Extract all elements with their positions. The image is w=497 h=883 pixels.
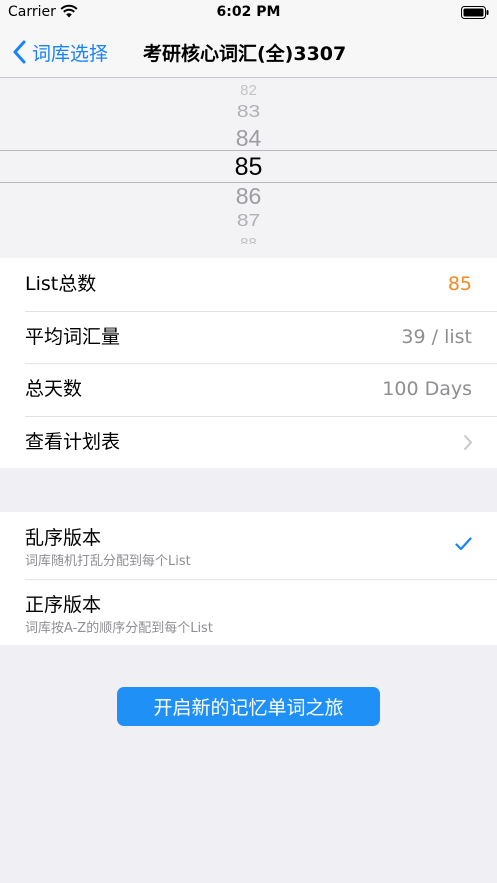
battery-icon [461,6,489,19]
average-words-row: 平均词汇量 39 / list [0,310,497,364]
view-schedule-row[interactable]: 查看计划表 [0,415,497,469]
navigation-bar: 词库选择 考研核心词汇(全)3307 [0,26,497,78]
list-total-label: List总数 [25,273,97,295]
shuffled-order-option[interactable]: 乱序版本 词库随机打乱分配到每个List [0,512,497,579]
picker-selected-item[interactable]: 85 [0,152,497,182]
chevron-right-icon [464,434,472,450]
view-schedule-label: 查看计划表 [25,430,121,453]
stats-group: List总数 85 平均词汇量 39 / list 总天数 100 Days 查… [0,258,497,468]
back-button-label: 词库选择 [32,42,109,65]
list-count-picker[interactable]: 82 83 84 85 86 87 88 [0,78,497,258]
picker-item[interactable]: 82 [0,84,497,98]
list-total-row: List总数 85 [0,258,497,311]
picker-item[interactable]: 84 [0,123,497,153]
chevron-left-icon [13,40,26,64]
average-words-label: 平均词汇量 [25,325,121,348]
status-bar: Carrier 6:02 PM [0,0,497,26]
list-total-value: 85 [447,273,472,295]
picker-selection-top-line [0,150,497,151]
picker-item[interactable]: 83 [0,101,497,123]
picker-item[interactable]: 88 [0,234,497,244]
clock: 6:02 PM [216,4,281,20]
checkmark-icon [455,537,472,551]
start-journey-button[interactable]: 开启新的记忆单词之旅 [117,687,380,726]
average-words-value: 39 / list [401,325,472,348]
picker-item[interactable]: 87 [0,210,497,232]
order-options-group: 乱序版本 词库随机打乱分配到每个List 正序版本 词库按A-Z的顺序分配到每个… [0,512,497,645]
sequential-order-subtitle: 词库按A-Z的顺序分配到每个List [25,620,213,636]
shuffled-order-title: 乱序版本 [25,527,102,549]
total-days-value: 100 Days [382,378,472,400]
shuffled-order-subtitle: 词库随机打乱分配到每个List [25,554,191,569]
picker-item[interactable]: 86 [0,181,497,211]
sequential-order-option[interactable]: 正序版本 词库按A-Z的顺序分配到每个List [0,578,497,646]
total-days-label: 总天数 [25,378,83,400]
sequential-order-title: 正序版本 [25,593,102,616]
total-days-row: 总天数 100 Days [0,363,497,416]
back-button[interactable]: 词库选择 [12,26,108,78]
page-title: 考研核心词汇(全)3307 [143,42,347,65]
